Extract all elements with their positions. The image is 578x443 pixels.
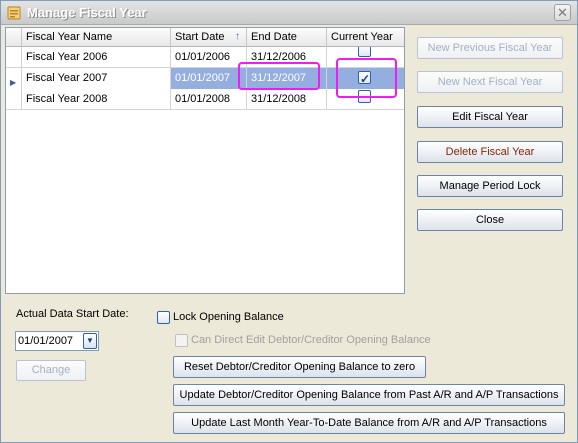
- cell-start-date[interactable]: 01/01/2006: [171, 47, 247, 68]
- delete-fiscal-year-button[interactable]: Delete Fiscal Year: [417, 141, 563, 163]
- cell-end-date[interactable]: 31/12/2008: [247, 89, 327, 110]
- window-title: Manage Fiscal Year: [27, 5, 147, 20]
- can-direct-edit-label: Can Direct Edit Debtor/Creditor Opening …: [191, 334, 431, 346]
- row-selector[interactable]: [6, 47, 22, 68]
- column-header-current-year[interactable]: Current Year: [327, 28, 404, 47]
- change-button[interactable]: Change: [16, 360, 86, 381]
- window-app-icon: [7, 6, 21, 20]
- column-header-end-date[interactable]: End Date: [247, 28, 327, 47]
- row-selector[interactable]: [6, 89, 22, 110]
- current-year-checkbox[interactable]: [358, 47, 371, 57]
- new-previous-fiscal-year-button[interactable]: New Previous Fiscal Year: [417, 37, 563, 59]
- update-ytd-balance-button[interactable]: Update Last Month Year-To-Date Balance f…: [173, 412, 565, 434]
- row-pointer-icon: ▶: [10, 78, 17, 87]
- edit-fiscal-year-button[interactable]: Edit Fiscal Year: [417, 106, 563, 128]
- can-direct-edit-checkbox[interactable]: [175, 334, 188, 347]
- cell-start-date[interactable]: 01/01/2008: [171, 89, 247, 110]
- cell-start-date[interactable]: 01/01/2007: [171, 68, 247, 89]
- sort-ascending-icon: ↑: [235, 31, 240, 42]
- actual-data-start-date-label: Actual Data Start Date:: [16, 308, 129, 320]
- column-header-start-date[interactable]: Start Date ↑: [171, 28, 247, 47]
- close-button[interactable]: Close: [417, 209, 563, 231]
- new-next-fiscal-year-button[interactable]: New Next Fiscal Year: [417, 71, 563, 93]
- cell-fiscal-year-name[interactable]: Fiscal Year 2007: [22, 68, 171, 89]
- column-header-start-date-label: Start Date: [175, 31, 225, 43]
- column-header-name[interactable]: Fiscal Year Name: [22, 28, 171, 47]
- current-year-highlight: [336, 58, 397, 98]
- actual-data-start-date-select[interactable]: 01/01/2007 ▼: [15, 331, 99, 351]
- manage-fiscal-year-window: Manage Fiscal Year ✕ Fiscal Year Name St…: [0, 0, 578, 443]
- reset-opening-balance-button[interactable]: Reset Debtor/Creditor Opening Balance to…: [173, 356, 426, 378]
- lock-opening-balance-checkbox[interactable]: [157, 311, 170, 324]
- cell-fiscal-year-name[interactable]: Fiscal Year 2006: [22, 47, 171, 68]
- grid-header: Fiscal Year Name Start Date ↑ End Date C…: [6, 28, 404, 47]
- title-bar[interactable]: Manage Fiscal Year ✕: [1, 1, 577, 25]
- row-selector[interactable]: ▶: [6, 68, 22, 89]
- chevron-down-icon[interactable]: ▼: [83, 333, 97, 349]
- manage-period-lock-button[interactable]: Manage Period Lock: [417, 175, 563, 197]
- cell-fiscal-year-name[interactable]: Fiscal Year 2008: [22, 89, 171, 110]
- row-selector-header: [6, 28, 22, 47]
- lock-opening-balance-label[interactable]: Lock Opening Balance: [173, 311, 284, 323]
- end-date-highlight: [238, 62, 320, 90]
- update-opening-balance-button[interactable]: Update Debtor/Creditor Opening Balance f…: [173, 384, 565, 406]
- actual-data-start-date-value: 01/01/2007: [18, 335, 74, 347]
- close-icon[interactable]: ✕: [554, 4, 571, 21]
